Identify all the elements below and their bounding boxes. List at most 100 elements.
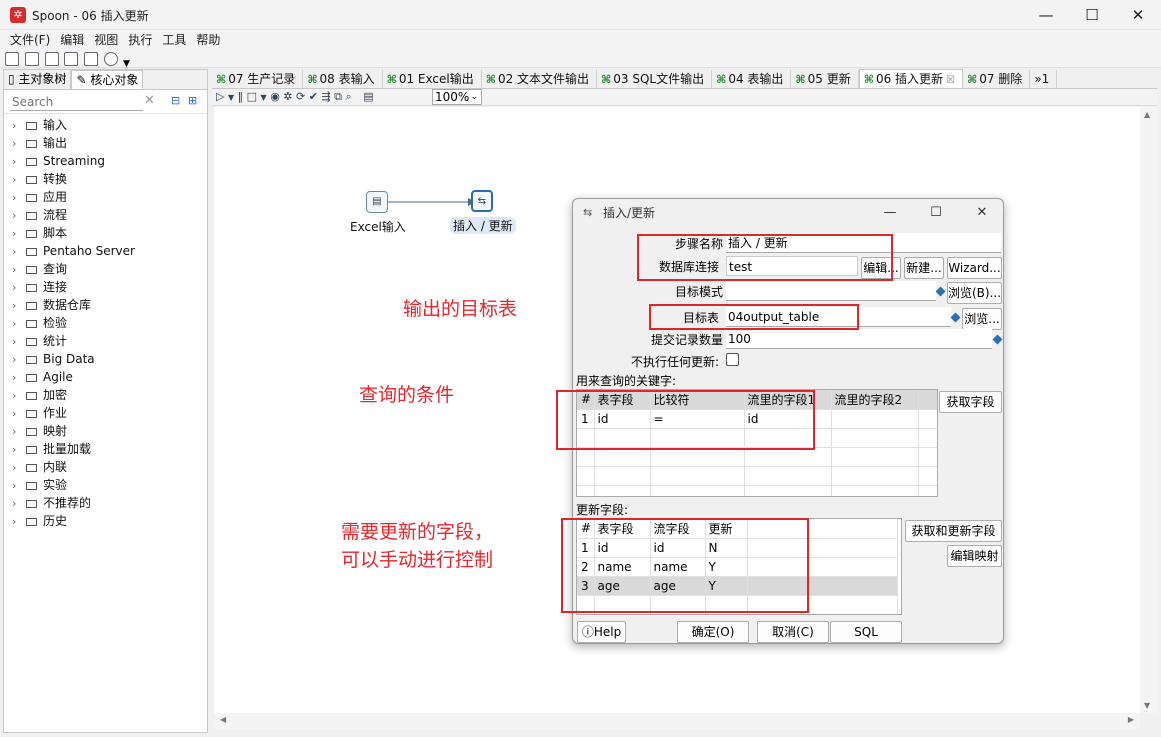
table-cell[interactable] — [831, 428, 919, 448]
grid-icon[interactable]: ▤ — [363, 90, 373, 103]
tree-item[interactable]: › 输入 — [4, 116, 207, 134]
new-file-icon[interactable] — [5, 52, 19, 66]
chevron-right-icon[interactable]: › — [12, 351, 26, 369]
commit-size-field[interactable]: 100 — [726, 329, 992, 349]
chevron-right-icon[interactable]: › — [12, 315, 26, 333]
tab-main-tree[interactable]: ▯ 主对象树 — [4, 70, 72, 89]
editor-tab[interactable]: ⌘ 01 Excel输出 — [383, 70, 482, 88]
table-cell[interactable] — [918, 447, 937, 467]
help-button[interactable]: ⓘHelp — [577, 621, 626, 643]
editor-tab[interactable]: ⌘ 03 SQL文件输出 — [597, 70, 713, 88]
table-cell[interactable] — [831, 485, 919, 496]
dialog-minimize-button[interactable]: — — [867, 199, 913, 227]
tree-item[interactable]: › 映射 — [4, 422, 207, 440]
stop-icon[interactable]: □ — [247, 90, 257, 103]
ok-button[interactable]: 确定(O) — [677, 621, 749, 643]
dialog-close-button[interactable]: ✕ — [959, 199, 1003, 227]
expand-tree-icon[interactable]: ⊞ — [188, 94, 197, 107]
tree-item[interactable]: › 转换 — [4, 170, 207, 188]
close-tab-icon[interactable]: ☒ — [946, 75, 955, 86]
chevron-right-icon[interactable]: › — [12, 387, 26, 405]
tree-item[interactable]: › 应用 — [4, 188, 207, 206]
chevron-right-icon[interactable]: › — [12, 171, 26, 189]
table-cell[interactable] — [831, 466, 919, 486]
chevron-right-icon[interactable]: › — [12, 279, 26, 297]
tree-item[interactable]: › 不推荐的 — [4, 494, 207, 512]
tree-item[interactable]: › Big Data — [4, 350, 207, 368]
schema-field[interactable] — [726, 281, 936, 301]
menu-tools[interactable]: 工具 — [157, 30, 191, 50]
table-row[interactable] — [577, 466, 937, 486]
menu-view[interactable]: 视图 — [89, 30, 123, 50]
editor-tab[interactable]: ⌘ 07 生产记录 — [212, 70, 304, 88]
chevron-right-icon[interactable]: › — [12, 369, 26, 387]
tree-item[interactable]: › 数据仓库 — [4, 296, 207, 314]
table-cell[interactable] — [650, 466, 745, 486]
editor-tab[interactable]: ⌘ 04 表输出 — [712, 70, 792, 88]
save-icon[interactable] — [64, 52, 79, 66]
table-cell[interactable] — [918, 428, 937, 448]
debug-icon[interactable]: ✲ — [283, 90, 292, 103]
tree-item[interactable]: › Pentaho Server — [4, 242, 207, 260]
cancel-button[interactable]: 取消(C) — [757, 621, 829, 643]
verify-icon[interactable]: ✔ — [309, 90, 318, 103]
get-fields-button[interactable]: 获取字段 — [939, 391, 1002, 413]
chevron-right-icon[interactable]: › — [12, 513, 26, 531]
editor-tab[interactable]: ⌘ 02 文本文件输出 — [482, 70, 598, 88]
run-dropdown-icon[interactable]: ▼ — [228, 93, 234, 102]
tree-item[interactable]: › 连接 — [4, 278, 207, 296]
chevron-right-icon[interactable]: › — [12, 207, 26, 225]
chevron-right-icon[interactable]: › — [12, 153, 26, 171]
tabs-overflow-button[interactable]: »1 — [1030, 70, 1058, 88]
table-row[interactable] — [577, 485, 937, 496]
chevron-right-icon[interactable]: › — [12, 333, 26, 351]
impact-icon[interactable]: ⇶ — [321, 90, 330, 103]
chevron-right-icon[interactable]: › — [12, 405, 26, 423]
tree-item[interactable]: › 批量加载 — [4, 440, 207, 458]
chevron-right-icon[interactable]: › — [12, 441, 26, 459]
chevron-right-icon[interactable]: › — [12, 261, 26, 279]
get-update-fields-button[interactable]: 获取和更新字段 — [905, 520, 1002, 542]
editor-tab[interactable]: ⌘ 08 表输入 — [303, 70, 383, 88]
collapse-tree-icon[interactable]: ⊟ — [171, 94, 180, 107]
chevron-right-icon[interactable]: › — [12, 459, 26, 477]
clear-search-icon[interactable]: ✕ — [144, 93, 155, 108]
tree-item[interactable]: › 历史 — [4, 512, 207, 530]
chevron-right-icon[interactable]: › — [12, 495, 26, 513]
table-cell[interactable] — [918, 466, 937, 486]
explore-icon[interactable] — [44, 52, 59, 66]
menu-edit[interactable]: 编辑 — [55, 30, 89, 50]
no-update-checkbox[interactable] — [726, 353, 739, 366]
save-as-icon[interactable] — [84, 52, 99, 66]
tab-core-objects[interactable]: ✎ 核心对象 — [71, 70, 144, 89]
table-cell[interactable] — [594, 466, 651, 486]
sql-icon[interactable]: ⧉ — [334, 90, 342, 103]
open-file-icon[interactable] — [24, 52, 39, 66]
explore-db-icon[interactable]: ⌕ — [346, 90, 352, 103]
tree-item[interactable]: › 内联 — [4, 458, 207, 476]
table-cell[interactable] — [650, 485, 745, 496]
layers-dropdown-icon[interactable]: ▼ — [123, 59, 130, 69]
tree-item[interactable]: › 作业 — [4, 404, 207, 422]
maximize-button[interactable]: ☐ — [1069, 0, 1115, 30]
chevron-right-icon[interactable]: › — [12, 189, 26, 207]
table-cell[interactable] — [918, 409, 937, 429]
tree-item[interactable]: › 查询 — [4, 260, 207, 278]
chevron-right-icon[interactable]: › — [12, 243, 26, 261]
tree-item[interactable]: › 脚本 — [4, 224, 207, 242]
table-cell[interactable] — [831, 447, 919, 467]
editor-tab[interactable]: ⌘ 05 更新 — [791, 70, 859, 88]
close-button[interactable]: ✕ — [1115, 0, 1161, 30]
tree-item[interactable]: › 输出 — [4, 134, 207, 152]
pause-icon[interactable]: ‖ — [238, 90, 244, 103]
tree-item[interactable]: › Agile — [4, 368, 207, 386]
table-cell[interactable] — [577, 485, 595, 496]
minimize-button[interactable]: — — [1023, 0, 1069, 30]
editor-tab[interactable]: ⌘ 06 插入更新 ☒ — [858, 69, 963, 88]
tree-item[interactable]: › Streaming — [4, 152, 207, 170]
preview-icon[interactable]: ◉ — [270, 90, 280, 103]
browse-table-button[interactable]: 浏览... — [962, 308, 1002, 330]
stop-dropdown-icon[interactable]: ▼ — [261, 93, 267, 102]
menu-file[interactable]: 文件(F) — [5, 30, 55, 50]
horizontal-scrollbar[interactable]: ◀ ▶ — [214, 713, 1140, 729]
